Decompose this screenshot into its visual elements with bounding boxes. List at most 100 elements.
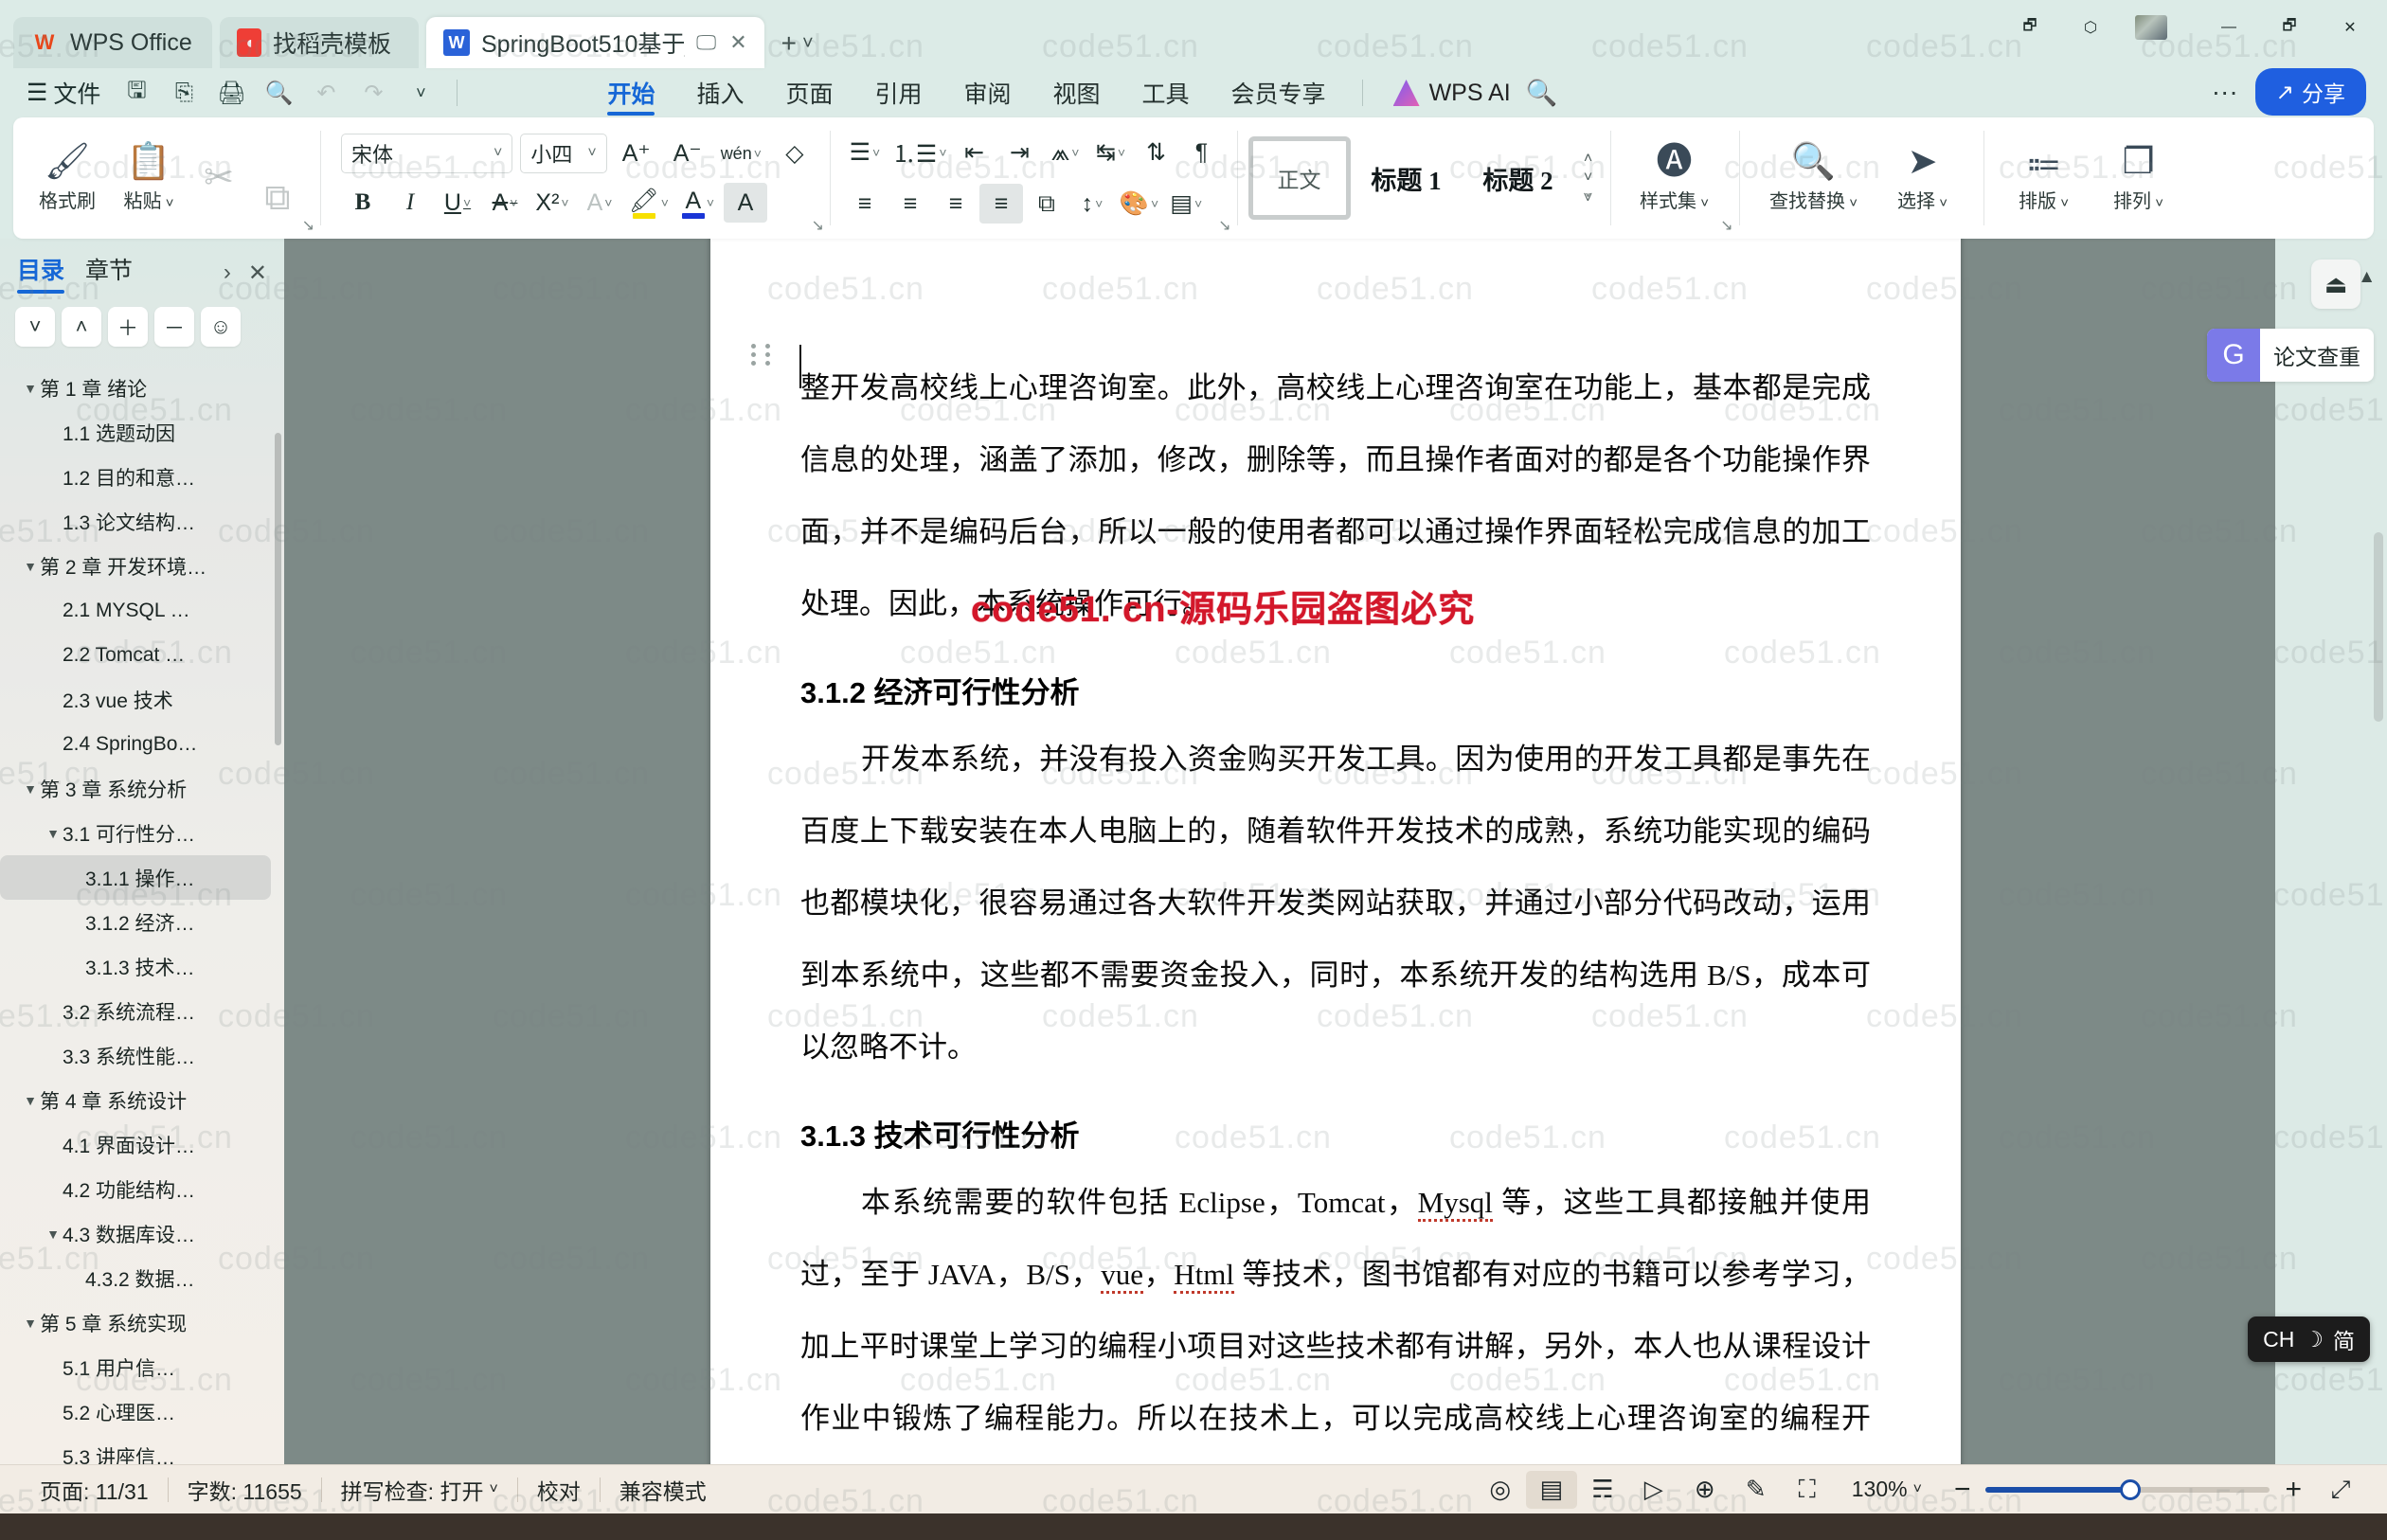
font-color-button[interactable]: A ˅ xyxy=(676,183,720,223)
spellcheck-status[interactable]: 拼写检查: 打开 ˅ xyxy=(322,1474,517,1506)
distribute-icon[interactable]: ⧉ xyxy=(1025,184,1068,224)
show-marks-icon[interactable]: ¶ xyxy=(1180,133,1224,172)
zoom-out-button[interactable]: − xyxy=(1954,1474,1971,1506)
expand-all-icon[interactable]: ＋ xyxy=(108,307,148,347)
toc-item[interactable]: 5.2 心理医… xyxy=(0,1389,284,1434)
toc-item[interactable]: ▼ 第 4 章 系统设计 xyxy=(0,1078,284,1122)
style-heading-1[interactable]: 标题 1 xyxy=(1351,136,1463,220)
proofread-button[interactable]: 校对 xyxy=(518,1474,600,1506)
file-menu-button[interactable]: ☰ 文件 xyxy=(17,76,110,110)
zoom-level[interactable]: 130% ˅ xyxy=(1833,1477,1941,1502)
toc-item[interactable]: 2.1 MYSQL … xyxy=(0,588,284,633)
toc-item[interactable]: 2.3 vue 技术 xyxy=(0,677,284,722)
document-page[interactable]: 整开发高校线上心理咨询室。此外，高校线上心理咨询室在功能上，基本都是完成信息的处… xyxy=(710,239,1961,1477)
pinyin-guide-button[interactable]: wén ˅ xyxy=(717,134,765,173)
collapse-ribbon-icon[interactable]: ⏏ xyxy=(2311,260,2360,309)
paper-check-button[interactable]: G 论文查重 xyxy=(2207,329,2374,382)
wps-ai-button[interactable]: WPS AI xyxy=(1378,80,1511,107)
style-normal[interactable]: 正文 xyxy=(1247,136,1351,220)
toc-item[interactable]: 1.2 目的和意… xyxy=(0,455,284,499)
numbered-list-icon[interactable]: ⒈☰ ˅ xyxy=(888,133,951,172)
page-indicator[interactable]: 页面: 11/31 xyxy=(21,1474,168,1506)
zoom-in-button[interactable]: + xyxy=(2285,1474,2302,1506)
toc-item[interactable]: 5.1 用户信… xyxy=(0,1345,284,1389)
bullet-list-icon[interactable]: ☰ ˅ xyxy=(843,133,887,172)
zoom-slider[interactable] xyxy=(1985,1478,2270,1500)
arrange-button[interactable]: ❐ 排列 xyxy=(2091,126,2186,230)
styles-scroll-controls[interactable]: ˄ ˅ ⩔ xyxy=(1578,151,1599,206)
font-dialog-launcher[interactable]: ↘ xyxy=(812,216,824,235)
sort-icon[interactable]: ⇅ xyxy=(1135,133,1178,172)
strikethrough-button[interactable]: A ˅ xyxy=(483,183,527,223)
find-replace-button[interactable]: 🔍 查找替换 xyxy=(1752,126,1876,230)
chevron-right-icon[interactable]: › xyxy=(224,260,231,287)
outline-view-icon[interactable]: ☴ xyxy=(1577,1471,1628,1509)
align-right-icon[interactable]: ≡ xyxy=(934,184,978,224)
heading-3-1-2[interactable]: 3.1.2 经济可行性分析 xyxy=(800,667,1871,720)
copy-button[interactable]: ⧉ xyxy=(248,146,307,250)
new-tab-button[interactable]: + ˅ xyxy=(772,28,823,68)
multi-window-icon[interactable]: 🗗 xyxy=(2014,11,2046,44)
caret-down-icon[interactable]: ▼ xyxy=(21,559,40,574)
paragraph-economic-feasibility[interactable]: 开发本系统，并没有投入资金购买开发工具。因为使用的开发工具都是事先在百度上下载安… xyxy=(800,724,1871,1083)
tab-tools[interactable]: 工具 xyxy=(1122,68,1211,117)
clipboard-dialog-launcher[interactable]: ↘ xyxy=(302,216,314,235)
search-doc-icon[interactable]: ⎘ xyxy=(163,74,205,112)
decrease-indent-icon[interactable]: ⇤ xyxy=(953,133,996,172)
align-left-icon[interactable]: ≡ xyxy=(843,184,887,224)
italic-button[interactable]: I xyxy=(388,183,432,223)
cube-icon[interactable]: ⬡ xyxy=(2074,11,2107,44)
font-family-select[interactable]: 宋体 ˅ xyxy=(341,134,513,173)
web-view-icon[interactable]: ⊕ xyxy=(1679,1471,1731,1509)
line-spacing-icon[interactable]: ↕ ˅ xyxy=(1070,184,1114,224)
font-size-select[interactable]: 小四 ˅ xyxy=(520,134,607,173)
minimize-button[interactable]: — xyxy=(2213,11,2245,44)
tab-page[interactable]: 页面 xyxy=(764,68,853,117)
toc-item[interactable]: ▼ 第 2 章 开发环境… xyxy=(0,544,284,588)
screen-cast-icon[interactable]: 🖵 xyxy=(696,30,716,55)
undo-icon[interactable]: ↶ xyxy=(305,74,347,112)
close-icon[interactable]: ✕ xyxy=(729,30,746,55)
caret-down-icon[interactable]: ▼ xyxy=(21,1093,40,1108)
borders-icon[interactable]: ▤ ˅ xyxy=(1164,184,1208,224)
word-count[interactable]: 字数: 11655 xyxy=(169,1474,321,1506)
settings-icon[interactable]: ☺ xyxy=(201,307,241,347)
paragraph-anchor-handle[interactable] xyxy=(748,338,773,370)
tab-docer-template[interactable]: ◖ 找稻壳模板 xyxy=(220,17,419,68)
align-justify-icon[interactable]: ≡ xyxy=(978,184,1023,224)
pen-icon[interactable]: ✎ xyxy=(1731,1471,1782,1509)
zoom-slider-knob[interactable] xyxy=(2120,1478,2142,1500)
sidebar-tab-chapters[interactable]: 章节 xyxy=(85,252,133,294)
toc-item[interactable]: 2.2 Tomcat … xyxy=(0,633,284,677)
shading-icon[interactable]: 🎨 ˅ xyxy=(1116,184,1162,224)
collapse-down-icon[interactable]: ˅ xyxy=(15,307,55,347)
toc-item[interactable]: 3.1.2 经济… xyxy=(0,900,284,944)
presentation-icon[interactable]: ▷ xyxy=(1628,1471,1679,1509)
toc-item[interactable]: ▼ 第 5 章 系统实现 xyxy=(0,1300,284,1345)
styles-expand-icon[interactable]: ⩔ xyxy=(1578,188,1599,206)
chevron-down-icon[interactable]: ˅ xyxy=(802,33,814,55)
save-icon[interactable]: 🖫 xyxy=(116,74,157,112)
caret-down-icon[interactable]: ▼ xyxy=(21,381,40,396)
sidebar-scrollbar-thumb[interactable] xyxy=(275,433,281,745)
toc-item[interactable]: 4.3.2 数据… xyxy=(0,1256,284,1300)
caret-down-icon[interactable]: ▼ xyxy=(44,1227,63,1242)
tab-start[interactable]: 开始 xyxy=(586,68,675,117)
search-icon[interactable]: 🔍 xyxy=(1526,78,1558,108)
superscript-button[interactable]: X² ˅ xyxy=(530,183,574,223)
compatibility-mode[interactable]: 兼容模式 xyxy=(601,1474,726,1506)
text-direction-icon[interactable]: ↹ ˅ xyxy=(1089,133,1133,172)
redo-icon[interactable]: ↷ xyxy=(352,74,394,112)
scroll-up-icon[interactable]: ˄ xyxy=(1578,151,1599,168)
toc-item[interactable]: 1.3 论文结构… xyxy=(0,499,284,544)
text-effect-button[interactable]: A ˅ xyxy=(578,183,621,223)
increase-indent-icon[interactable]: ⇥ xyxy=(998,133,1042,172)
zoom-slider-control[interactable]: − + xyxy=(1941,1474,2315,1506)
paste-button[interactable]: 📋 粘贴 xyxy=(108,126,189,230)
user-avatar[interactable] xyxy=(2135,15,2167,40)
more-options-icon[interactable]: ··· xyxy=(2212,77,2238,107)
print-preview-icon[interactable]: 🔍 xyxy=(258,74,299,112)
toc-item[interactable]: ▼ 3.1 可行性分… xyxy=(0,811,284,855)
collapse-up-icon[interactable]: ˄ xyxy=(62,307,101,347)
typeset-button[interactable]: ⩴ 排版 xyxy=(1997,126,2091,230)
